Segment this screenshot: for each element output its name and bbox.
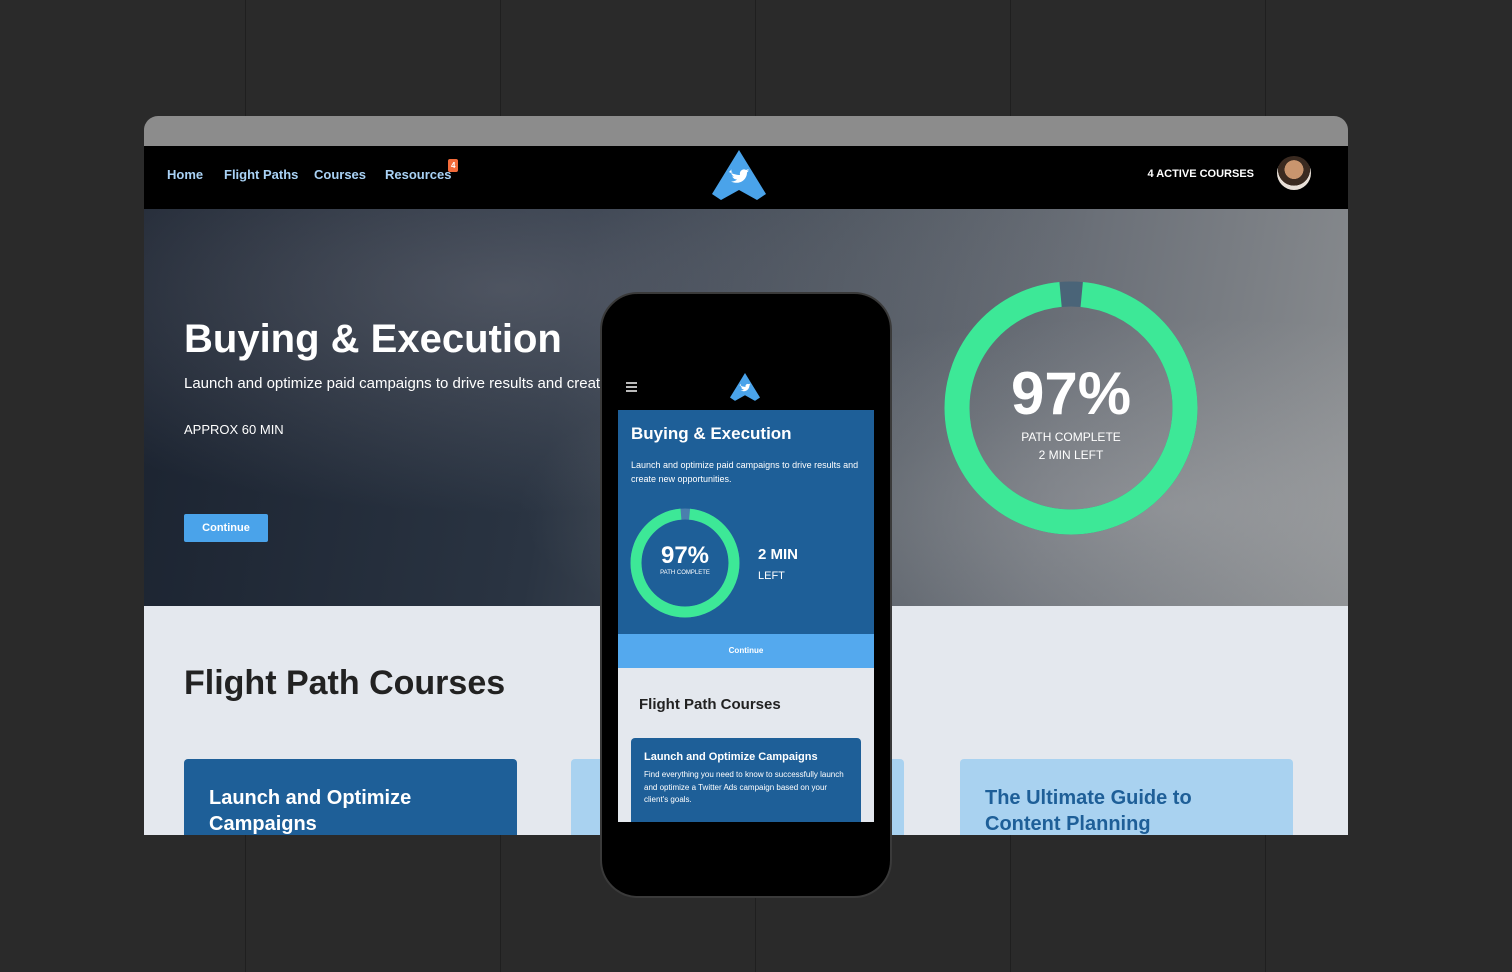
- logo-icon[interactable]: [730, 373, 760, 402]
- top-nav: Home Flight Paths Courses Resources 4 4 …: [144, 146, 1348, 209]
- mobile-left: LEFT: [758, 570, 785, 582]
- logo-icon[interactable]: [712, 150, 766, 202]
- course-card[interactable]: Launch and Optimize Campaigns: [184, 759, 517, 835]
- mobile-card-text: Find everything you need to know to succ…: [644, 770, 844, 804]
- hero-duration: APPROX 60 MIN: [184, 422, 284, 437]
- active-courses[interactable]: 4 ACTIVE COURSES: [1147, 168, 1254, 180]
- hamburger-menu-icon[interactable]: [626, 382, 637, 394]
- continue-button[interactable]: Continue: [184, 514, 268, 542]
- mobile-title: Buying & Execution: [631, 424, 792, 443]
- mobile-hero: Buying & Execution Launch and optimize p…: [618, 410, 874, 634]
- mobile-subtitle: Launch and optimize paid campaigns to dr…: [631, 460, 859, 484]
- phone-mockup: Buying & Execution Launch and optimize p…: [600, 292, 892, 898]
- hero-title: Buying & Execution: [184, 317, 562, 361]
- mobile-course-card[interactable]: Launch and Optimize Campaigns Find every…: [631, 738, 861, 822]
- courses-title: Flight Path Courses: [184, 664, 506, 702]
- mobile-nav: [618, 368, 874, 410]
- progress-percent: 97%: [1010, 360, 1132, 427]
- resources-badge: 4: [448, 159, 459, 172]
- browser-chrome: [144, 116, 1348, 146]
- mobile-min: 2 MIN: [758, 546, 799, 563]
- mobile-path-complete: PATH COMPLETE: [660, 570, 710, 576]
- mobile-card-title: Launch and Optimize Campaigns: [644, 751, 818, 763]
- path-complete-label: PATH COMPLETE: [1021, 430, 1121, 444]
- nav-flight-paths[interactable]: Flight Paths: [224, 167, 298, 182]
- time-left-label: 2 MIN LEFT: [1038, 448, 1104, 462]
- course-card[interactable]: The Ultimate Guide to Content Planning: [960, 759, 1293, 835]
- nav-home[interactable]: Home: [167, 167, 203, 182]
- nav-resources[interactable]: Resources: [385, 167, 451, 182]
- nav-courses[interactable]: Courses: [314, 167, 366, 182]
- phone-screen: Buying & Execution Launch and optimize p…: [618, 368, 874, 822]
- mobile-percent: 97%: [660, 542, 710, 569]
- mobile-courses-title: Flight Path Courses: [639, 696, 781, 713]
- avatar[interactable]: [1277, 156, 1311, 190]
- mobile-continue-button[interactable]: Continue: [618, 634, 874, 668]
